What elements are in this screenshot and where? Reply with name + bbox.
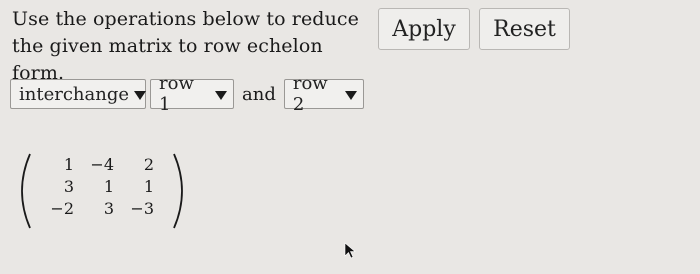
operation-type-select[interactable]: interchange xyxy=(10,79,147,109)
row-operation-controls: interchange row 1 and row 2 xyxy=(10,73,364,115)
matrix-cell: 1 xyxy=(143,177,154,196)
and-label: and xyxy=(242,83,276,105)
caret-down-icon xyxy=(344,90,357,100)
matrix: 1 −4 2 3 1 1 −2 3 −3 xyxy=(12,152,192,230)
second-row-select[interactable]: row 2 xyxy=(283,73,364,115)
matrix-cell: −3 xyxy=(130,199,154,218)
caret-down-icon xyxy=(215,90,227,100)
matrix-cell: 3 xyxy=(63,177,74,196)
left-paren-icon xyxy=(21,153,31,229)
apply-button[interactable]: Apply xyxy=(378,8,470,50)
mouse-cursor-icon xyxy=(344,242,356,259)
matrix-cell: −2 xyxy=(50,199,74,218)
instructions-line-1: Use the operations below to reduce xyxy=(12,8,359,30)
reset-button[interactable]: Reset xyxy=(479,8,570,50)
matrix-cell: 1 xyxy=(103,177,114,196)
operation-type-value: interchange xyxy=(19,83,130,105)
caret-down-icon xyxy=(134,90,147,100)
matrix-cell: 1 xyxy=(63,155,74,174)
matrix-grid: 1 −4 2 3 1 1 −2 3 −3 xyxy=(38,154,158,220)
first-row-value: row 1 xyxy=(159,73,194,115)
right-paren-icon xyxy=(173,153,183,229)
second-row-value: row 2 xyxy=(292,73,328,115)
matrix-cell: 2 xyxy=(143,155,154,174)
matrix-cell: 3 xyxy=(103,199,114,218)
matrix-cell: −4 xyxy=(90,155,114,174)
first-row-select[interactable]: row 1 xyxy=(150,73,234,115)
